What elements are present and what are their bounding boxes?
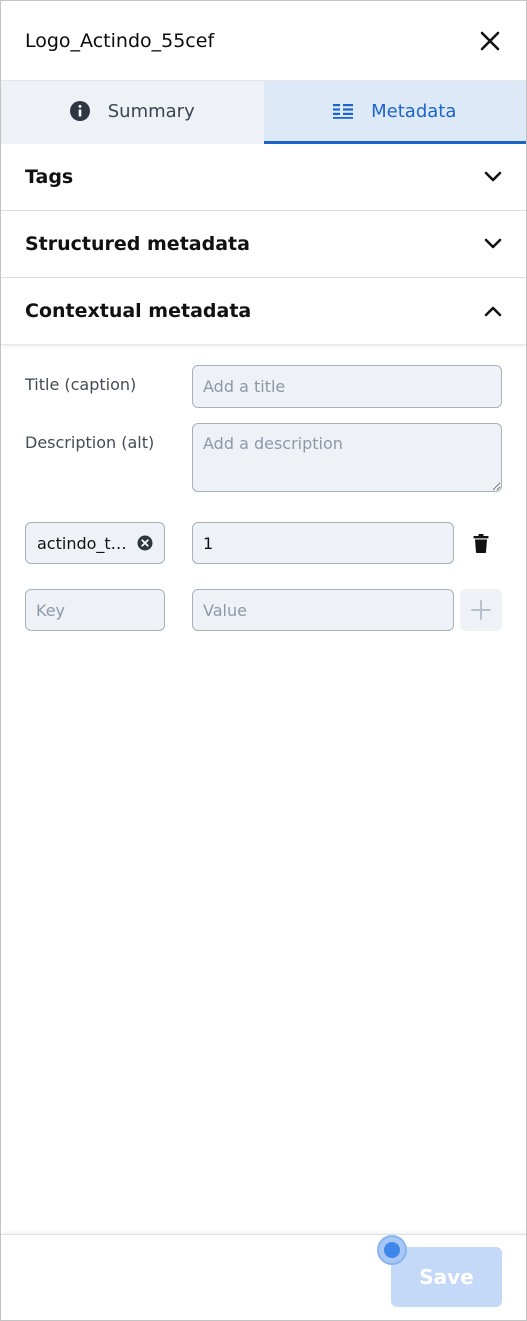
add-entry-button[interactable] xyxy=(460,589,502,631)
new-value-input[interactable] xyxy=(192,589,454,631)
plus-icon xyxy=(471,600,491,620)
chevron-up-icon xyxy=(484,306,502,317)
new-entry-row xyxy=(25,589,502,631)
tab-metadata-label: Metadata xyxy=(371,100,457,122)
section-tags-title: Tags xyxy=(25,166,74,188)
close-icon xyxy=(480,31,500,50)
contextual-metadata-content: Title (caption) Description (alt) actind… xyxy=(1,345,526,631)
panel-header: Logo_Actindo_55cef xyxy=(1,1,526,81)
section-tags[interactable]: Tags xyxy=(1,144,526,211)
new-key-input[interactable] xyxy=(25,589,165,631)
entry-value-input[interactable] xyxy=(192,522,454,564)
trash-icon xyxy=(473,533,489,553)
tab-metadata[interactable]: Metadata xyxy=(263,81,526,144)
panel-footer: Save xyxy=(1,1234,526,1320)
title-row: Title (caption) xyxy=(25,365,502,408)
tab-summary-label: Summary xyxy=(107,100,195,122)
close-button[interactable] xyxy=(478,29,502,53)
key-chip-label: actindo_t… xyxy=(37,533,127,553)
delete-entry-button[interactable] xyxy=(461,523,501,563)
chevron-down-icon xyxy=(484,238,502,249)
list-icon xyxy=(333,104,354,119)
key-chip: actindo_t… xyxy=(25,522,165,564)
description-row: Description (alt) xyxy=(25,423,502,492)
title-input[interactable] xyxy=(192,365,502,408)
tab-summary[interactable]: Summary xyxy=(1,81,264,144)
metadata-panel: Logo_Actindo_55cef Summary Metadata Tags… xyxy=(0,0,527,1321)
info-icon xyxy=(69,101,90,121)
section-contextual-metadata[interactable]: Contextual metadata xyxy=(1,278,526,345)
description-input[interactable] xyxy=(192,423,502,492)
save-button[interactable]: Save xyxy=(391,1247,502,1307)
cursor-indicator-core xyxy=(384,1242,400,1258)
section-contextual-title: Contextual metadata xyxy=(25,300,252,322)
description-label: Description (alt) xyxy=(25,433,155,452)
metadata-entry-row: actindo_t… xyxy=(25,522,502,564)
tab-bar: Summary Metadata xyxy=(1,81,526,144)
cursor-indicator xyxy=(377,1235,407,1265)
panel-title: Logo_Actindo_55cef xyxy=(25,29,215,52)
section-structured-metadata[interactable]: Structured metadata xyxy=(1,211,526,278)
chevron-down-icon xyxy=(484,171,502,182)
section-structured-title: Structured metadata xyxy=(25,233,250,255)
title-label: Title (caption) xyxy=(25,375,137,394)
clear-icon[interactable] xyxy=(137,535,153,551)
